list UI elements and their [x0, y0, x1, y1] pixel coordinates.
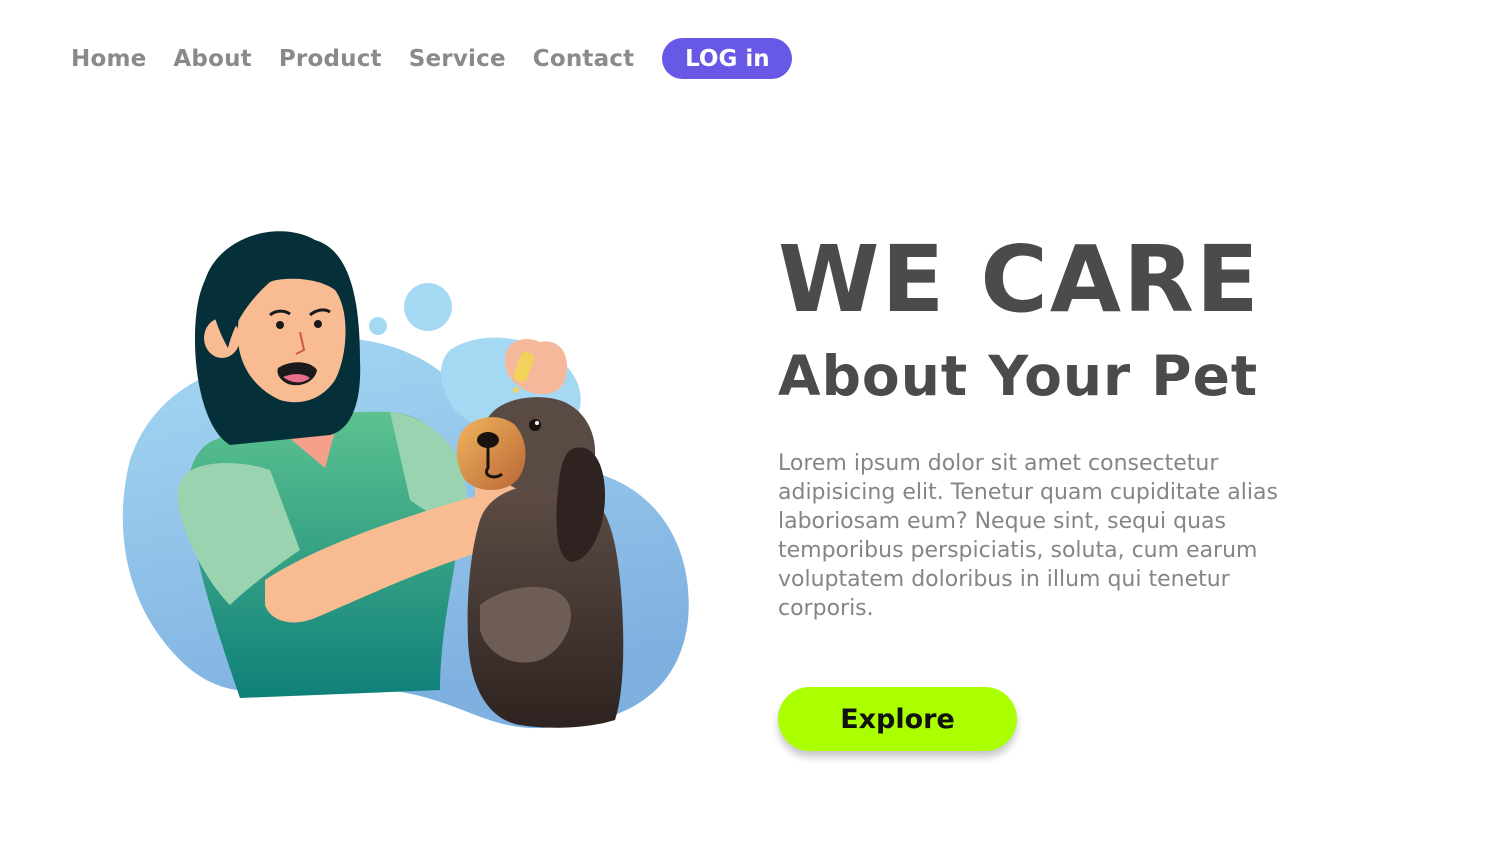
woman-giving-dog-eye-drops-illustration: [122, 231, 689, 729]
landing-page: Home About Product Service Contact LOG i…: [0, 0, 1507, 867]
dog-figure: [456, 397, 624, 728]
login-button[interactable]: LOG in: [662, 38, 793, 79]
bubble-large: [404, 283, 452, 331]
nav-link-about[interactable]: About: [173, 46, 251, 72]
hero-description: Lorem ipsum dolor sit amet consectetur a…: [778, 451, 1278, 621]
nav-link-contact[interactable]: Contact: [533, 46, 635, 72]
nav-link-service[interactable]: Service: [409, 46, 506, 72]
nav-link-home[interactable]: Home: [71, 46, 146, 72]
bubble-small: [369, 317, 387, 335]
dog-nose-icon: [477, 432, 499, 448]
top-nav: Home About Product Service Contact LOG i…: [71, 38, 793, 79]
explore-button[interactable]: Explore: [778, 687, 1017, 751]
eye-icon: [276, 321, 284, 329]
woman-head: [195, 231, 361, 445]
hero-title: WE CARE: [778, 226, 1261, 333]
nav-link-product[interactable]: Product: [279, 46, 382, 72]
hero-subtitle: About Your Pet: [778, 344, 1259, 408]
